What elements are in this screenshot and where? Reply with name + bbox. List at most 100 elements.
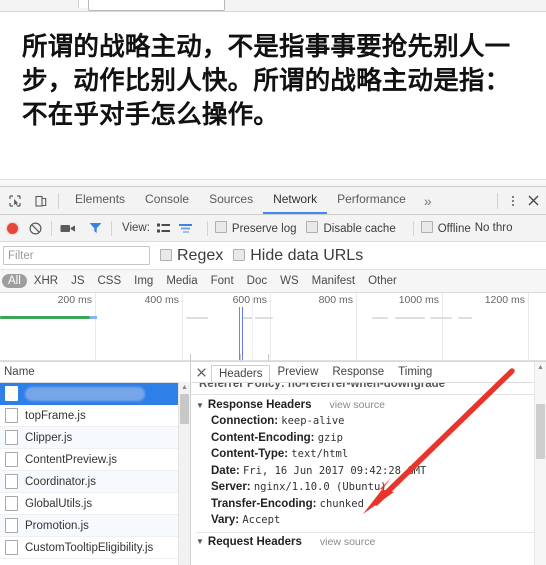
caret-down-icon[interactable]: ▼ bbox=[196, 537, 204, 546]
regex-option[interactable]: Regex bbox=[160, 247, 223, 265]
network-overview-timeline[interactable]: 200 ms 400 ms 600 ms 800 ms 1000 ms 1200… bbox=[0, 293, 546, 362]
view-source-link[interactable]: view source bbox=[320, 536, 375, 548]
toolbar-divider-3 bbox=[111, 220, 112, 236]
type-filter-ws[interactable]: WS bbox=[274, 274, 305, 288]
section-title: Response Headers bbox=[207, 399, 312, 411]
response-headers-section-title[interactable]: ▼ Response Headers view source bbox=[191, 395, 546, 413]
tab-preview[interactable]: Preview bbox=[270, 364, 325, 380]
details-scrollbar[interactable]: ▲ bbox=[534, 362, 546, 565]
tab-network[interactable]: Network bbox=[263, 186, 328, 214]
disable-cache-option[interactable]: Disable cache bbox=[306, 221, 396, 235]
tab-sources[interactable]: Sources bbox=[199, 186, 263, 214]
type-filter-all[interactable]: All bbox=[2, 274, 27, 288]
header-key: Content-Type: bbox=[211, 448, 289, 460]
capture-overview-icon[interactable] bbox=[178, 221, 194, 235]
type-filter-media[interactable]: Media bbox=[160, 274, 203, 288]
header-key: Content-Encoding: bbox=[211, 431, 315, 444]
close-details-icon[interactable] bbox=[191, 362, 211, 382]
document-icon bbox=[5, 518, 18, 533]
more-tabs-chevron-icon[interactable]: » bbox=[416, 188, 440, 214]
table-row[interactable]: GlobalUtils.js bbox=[0, 493, 190, 515]
devtools-tabstrip-right bbox=[491, 187, 544, 214]
document-icon bbox=[5, 540, 18, 555]
offline-checkbox[interactable] bbox=[420, 221, 433, 233]
tab-console[interactable]: Console bbox=[135, 186, 199, 214]
overview-request-bar bbox=[0, 316, 90, 319]
type-filter-img[interactable]: Img bbox=[128, 274, 159, 288]
header-key: Connection: bbox=[211, 415, 279, 427]
table-row[interactable]: Clipper.js bbox=[0, 427, 190, 449]
header-value: Accept bbox=[242, 514, 281, 526]
document-icon bbox=[5, 496, 18, 511]
type-filter-xhr[interactable]: XHR bbox=[28, 274, 64, 288]
page-top-input-box[interactable] bbox=[88, 0, 225, 11]
requests-list-pane: Name topFrame.js Clipper.js ContentPrevi… bbox=[0, 362, 191, 565]
view-source-link[interactable]: view source bbox=[329, 399, 384, 411]
overview-tick-mark bbox=[240, 354, 241, 361]
header-key: Date: bbox=[211, 464, 240, 477]
table-row[interactable]: CustomTooltipEligibility.js bbox=[0, 537, 190, 559]
type-filter-font[interactable]: Font bbox=[205, 274, 240, 288]
header-value: Fri, 16 Jun 2017 09:42:28 GMT bbox=[242, 464, 427, 477]
tab-elements[interactable]: Elements bbox=[65, 186, 135, 214]
table-row[interactable]: ContentPreview.js bbox=[0, 449, 190, 471]
record-button-icon[interactable] bbox=[7, 222, 18, 234]
type-filter-other[interactable]: Other bbox=[362, 274, 403, 288]
tab-response[interactable]: Response bbox=[325, 364, 391, 380]
document-icon bbox=[5, 430, 18, 445]
device-toolbar-icon[interactable] bbox=[30, 190, 52, 212]
type-filter-doc[interactable]: Doc bbox=[241, 274, 273, 288]
inspect-element-icon[interactable] bbox=[4, 190, 26, 212]
type-filter-manifest[interactable]: Manifest bbox=[306, 274, 361, 288]
overview-baseline bbox=[0, 360, 546, 361]
large-rows-icon[interactable] bbox=[156, 221, 172, 235]
overview-minor-bar bbox=[255, 317, 273, 319]
overview-gridline-minor bbox=[252, 293, 253, 361]
overview-tick-label: 400 ms bbox=[144, 294, 179, 306]
document-icon bbox=[5, 386, 18, 401]
caret-down-icon[interactable]: ▼ bbox=[196, 401, 204, 410]
header-entry: Content-Type: text/html bbox=[191, 446, 546, 463]
clipped-header-line: Referrer Policy: no-referrer-when-downgr… bbox=[191, 383, 546, 395]
table-row[interactable]: Promotion.js bbox=[0, 515, 190, 537]
type-filter-js[interactable]: JS bbox=[65, 274, 90, 288]
overview-gridline bbox=[528, 293, 529, 361]
scroll-up-arrow-icon[interactable]: ▲ bbox=[535, 362, 546, 373]
filter-input[interactable] bbox=[3, 246, 150, 265]
tab-headers[interactable]: Headers bbox=[211, 364, 271, 382]
throttling-select[interactable]: No thro bbox=[475, 222, 513, 234]
request-headers-section-title[interactable]: ▼ Request Headers view source bbox=[191, 533, 546, 550]
tab-performance[interactable]: Performance bbox=[327, 186, 416, 214]
disable-cache-label: Disable cache bbox=[323, 223, 396, 235]
preserve-log-option[interactable]: Preserve log bbox=[214, 221, 296, 235]
type-filter-css[interactable]: CSS bbox=[91, 274, 127, 288]
header-entry: Server: nginx/1.10.0 (Ubuntu) bbox=[191, 479, 546, 496]
table-row[interactable]: topFrame.js bbox=[0, 405, 190, 427]
header-entry: Connection: keep-alive bbox=[191, 413, 546, 430]
scrollbar-thumb[interactable] bbox=[536, 404, 545, 459]
requests-column-header[interactable]: Name bbox=[0, 362, 190, 383]
camera-icon[interactable] bbox=[59, 221, 77, 235]
requests-scrollbar[interactable]: ▲ bbox=[178, 382, 190, 565]
clear-icon[interactable] bbox=[26, 219, 44, 237]
table-row[interactable]: Coordinator.js bbox=[0, 471, 190, 493]
filter-funnel-icon[interactable] bbox=[86, 220, 104, 236]
hide-data-urls-option[interactable]: Hide data URLs bbox=[233, 247, 363, 265]
close-icon[interactable] bbox=[522, 190, 544, 212]
table-row[interactable] bbox=[0, 383, 190, 405]
preserve-log-checkbox[interactable] bbox=[214, 221, 227, 233]
hide-data-urls-checkbox[interactable] bbox=[233, 248, 246, 261]
hide-data-urls-label: Hide data URLs bbox=[250, 246, 364, 264]
load-event-marker bbox=[242, 307, 243, 361]
regex-checkbox[interactable] bbox=[160, 248, 172, 261]
offline-option[interactable]: Offline bbox=[420, 221, 471, 235]
headers-content: Referrer Policy: no-referrer-when-downgr… bbox=[191, 383, 546, 565]
tab-timing[interactable]: Timing bbox=[391, 364, 439, 380]
vertical-dots-icon[interactable] bbox=[504, 190, 522, 212]
disable-cache-checkbox[interactable] bbox=[306, 221, 319, 233]
scrollbar-thumb[interactable] bbox=[180, 394, 189, 424]
header-key: Vary: bbox=[211, 514, 240, 526]
request-details-pane: Headers Preview Response Timing Referrer… bbox=[191, 362, 546, 565]
clipped-header-text: Referrer Policy: no-referrer-when-downgr… bbox=[199, 383, 446, 390]
scroll-up-arrow-icon[interactable]: ▲ bbox=[179, 382, 190, 393]
